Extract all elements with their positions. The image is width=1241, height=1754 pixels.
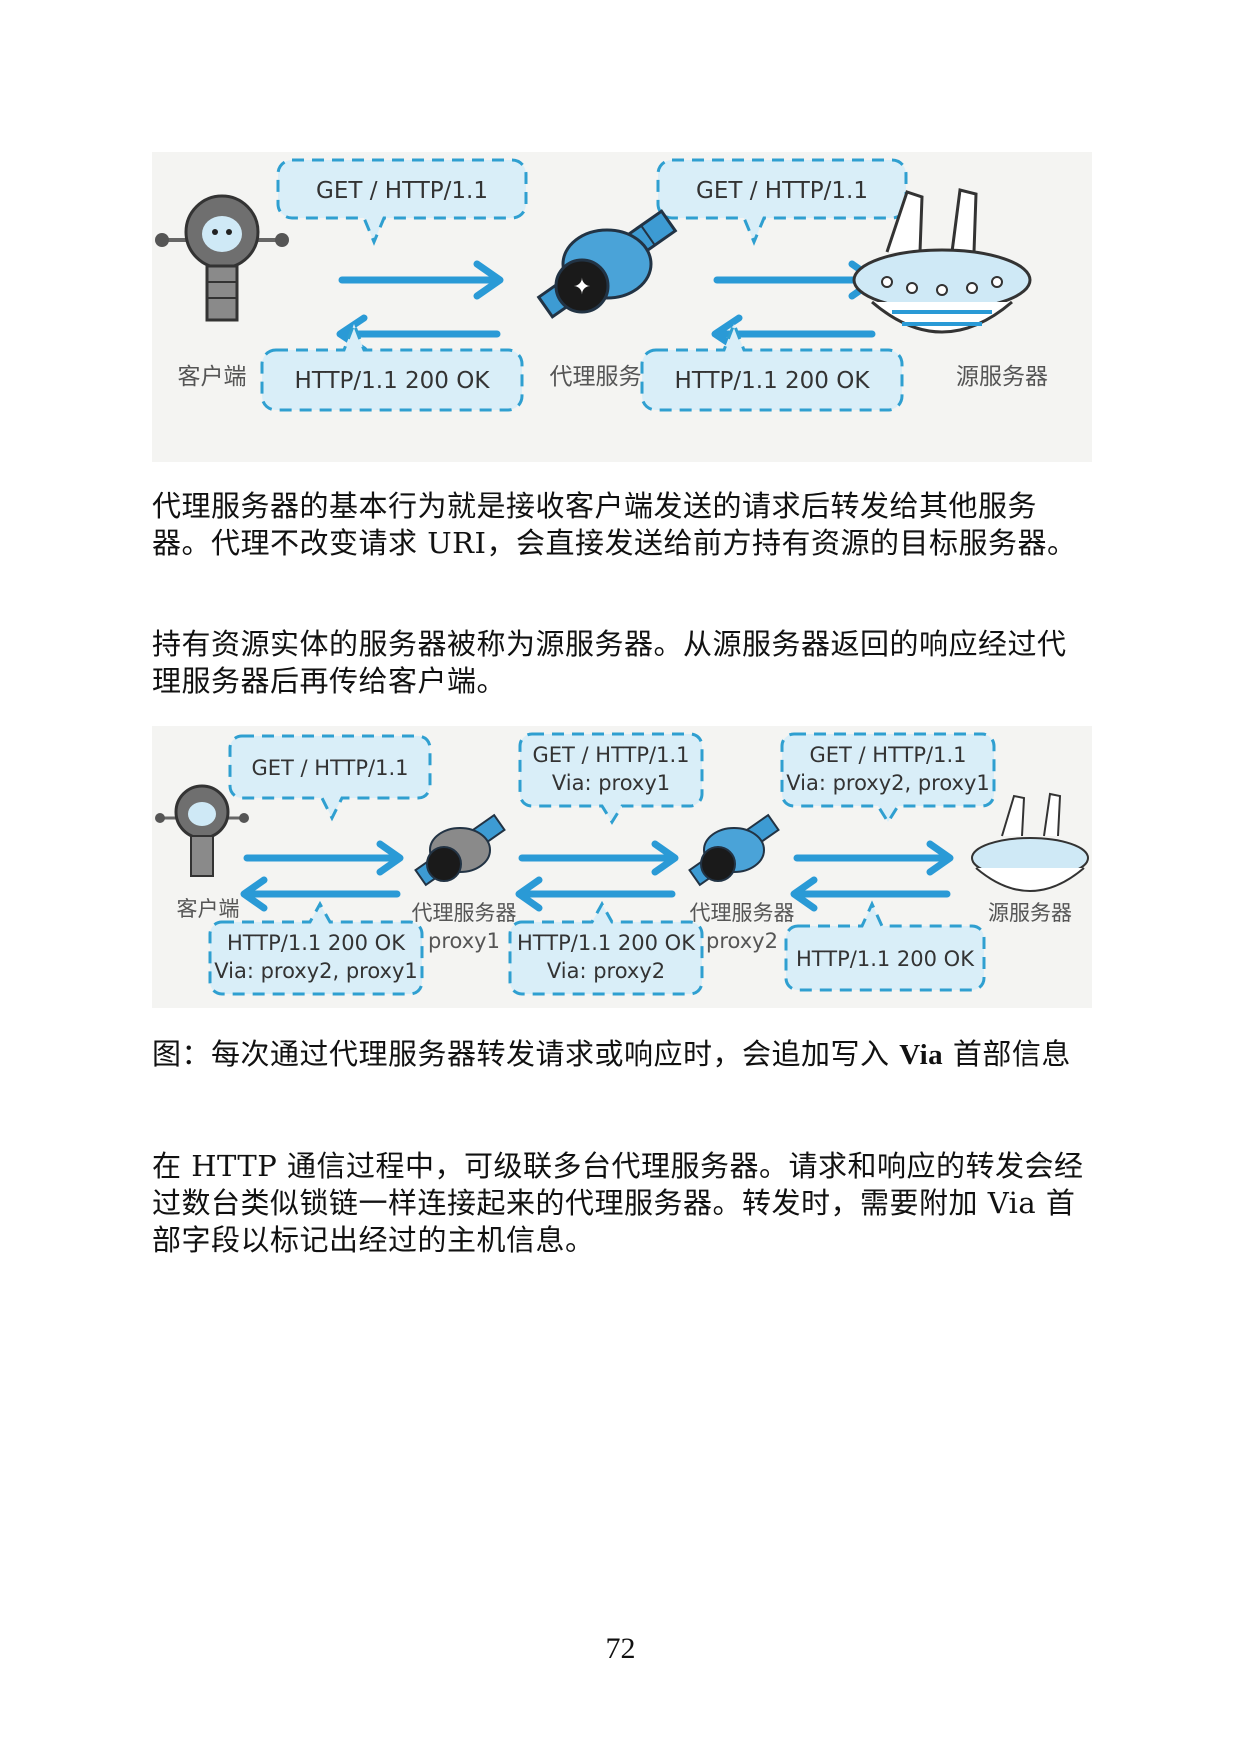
proxy-satellite-icon: ✦ xyxy=(536,209,678,319)
figure-proxy-chain: GET / HTTP/1.1 GET / HTTP/1.1 Via: proxy… xyxy=(152,726,1092,1008)
proxy2-name: proxy2 xyxy=(706,929,778,953)
response-1-line1: HTTP/1.1 200 OK xyxy=(227,931,406,955)
response-bubble-3: HTTP/1.1 200 OK xyxy=(784,900,986,992)
response-bubble-1: HTTP/1.1 200 OK Via: proxy2, proxy1 xyxy=(208,900,424,996)
client-robot-icon xyxy=(155,194,289,322)
arrow-left-icon xyxy=(336,314,501,354)
origin-server-icon xyxy=(971,792,1089,892)
paragraph-origin-server: 持有资源实体的服务器被称为源服务器。从源服务器返回的响应经过代理服务器后再传给客… xyxy=(152,627,1067,698)
request-1-text: GET / HTTP/1.1 xyxy=(251,756,408,780)
caption-bold: Via xyxy=(899,1039,944,1071)
request-text-left: GET / HTTP/1.1 xyxy=(316,178,488,204)
proxy2-satellite-icon xyxy=(688,813,780,887)
request-2-line1: GET / HTTP/1.1 xyxy=(532,743,689,767)
response-text-right: HTTP/1.1 200 OK xyxy=(675,368,871,394)
request-bubble-2: GET / HTTP/1.1 Via: proxy1 xyxy=(518,732,704,825)
client-robot-icon xyxy=(155,784,249,877)
request-2-line2: Via: proxy1 xyxy=(552,771,670,795)
figure-caption: 图：每次通过代理服务器转发请求或响应时，会追加写入 Via 首部信息 xyxy=(152,1036,1092,1074)
client-label: 客户端 xyxy=(178,364,247,390)
request-text-right: GET / HTTP/1.1 xyxy=(696,178,868,204)
proxy2-label: 代理服务器 xyxy=(690,901,795,925)
arrow-right-icon xyxy=(338,260,504,300)
proxy1-label: 代理服务器 xyxy=(412,901,517,925)
figure-proxy-basic: GET / HTTP/1.1 GET / HTTP/1.1 客户端 ✦ 代理服务… xyxy=(152,152,1092,462)
paragraph-proxy-behavior: 代理服务器的基本行为就是接收客户端发送的请求后转发给其他服务器。代理不改变请求 … xyxy=(152,489,1077,560)
response-2-line1: HTTP/1.1 200 OK xyxy=(517,931,696,955)
request-3-line1: GET / HTTP/1.1 xyxy=(809,743,966,767)
client-label: 客户端 xyxy=(177,897,240,921)
response-text-left: HTTP/1.1 200 OK xyxy=(295,368,491,394)
svg-text:✦: ✦ xyxy=(573,275,591,300)
response-3-line1: HTTP/1.1 200 OK xyxy=(796,947,975,971)
caption-prefix: 图：每次通过代理服务器转发请求或响应时，会追加写入 xyxy=(152,1037,900,1071)
request-bubble-left: GET / HTTP/1.1 xyxy=(276,158,528,246)
arrow-right-icon xyxy=(793,840,954,876)
proxy1-name: proxy1 xyxy=(428,929,500,953)
origin-label: 源服务器 xyxy=(988,901,1072,925)
paragraph-proxy-chain: 在 HTTP 通信过程中，可级联多台代理服务器。请求和响应的转发会经过数台类似锁… xyxy=(152,1149,1084,1257)
request-3-line2: Via: proxy2, proxy1 xyxy=(786,771,990,795)
arrow-right-icon xyxy=(243,840,404,876)
request-bubble-right: GET / HTTP/1.1 xyxy=(656,158,908,246)
arrow-right-icon xyxy=(713,260,879,300)
response-2-line2: Via: proxy2 xyxy=(547,959,665,983)
response-1-line2: Via: proxy2, proxy1 xyxy=(214,959,418,983)
request-bubble-1: GET / HTTP/1.1 xyxy=(228,734,432,822)
request-bubble-3: GET / HTTP/1.1 Via: proxy2, proxy1 xyxy=(780,732,996,825)
origin-label: 源服务器 xyxy=(956,364,1048,390)
caption-suffix: 首部信息 xyxy=(943,1037,1071,1071)
response-bubble-2: HTTP/1.1 200 OK Via: proxy2 xyxy=(508,900,704,996)
arrow-left-icon xyxy=(515,876,676,912)
arrow-right-icon xyxy=(518,840,679,876)
page-number: 72 xyxy=(605,1632,636,1665)
proxy1-satellite-icon xyxy=(414,813,506,887)
